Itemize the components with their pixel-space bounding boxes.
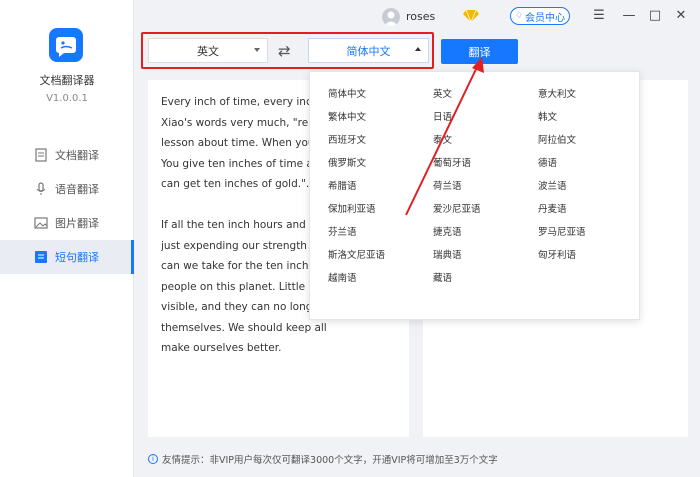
source-language-select[interactable]: 英文	[148, 38, 268, 63]
language-option[interactable]: 泰文	[433, 135, 538, 158]
app-logo	[49, 28, 83, 62]
microphone-icon	[36, 182, 46, 195]
maximize-button[interactable]: □	[647, 8, 663, 24]
language-option[interactable]: 简体中文	[328, 89, 433, 112]
translate-button[interactable]: 翻译	[441, 39, 518, 64]
sidebar-item-sentence-translate[interactable]: 短句翻译	[0, 240, 134, 274]
language-option[interactable]: 日语	[433, 112, 538, 135]
app-name: 文档翻译器	[39, 74, 95, 87]
language-option[interactable]: 波兰语	[538, 181, 643, 204]
member-center-button[interactable]: ♢ 会员中心	[510, 7, 570, 25]
sentence-icon	[35, 251, 47, 263]
language-option[interactable]: 荷兰语	[433, 181, 538, 204]
language-option[interactable]: 意大利文	[538, 89, 643, 112]
language-option[interactable]: 英文	[433, 89, 538, 112]
footer-tip: i 友情提示：非VIP用户每次仅可翻译3000个文字，开通VIP将可增加至3万个…	[148, 452, 498, 466]
swap-languages-icon[interactable]: ⇄	[278, 42, 291, 60]
language-option[interactable]: 越南语	[328, 273, 433, 296]
menu-button[interactable]: ☰	[591, 8, 607, 24]
document-icon	[35, 148, 47, 162]
language-option[interactable]: 芬兰语	[328, 227, 433, 250]
info-icon: i	[148, 454, 158, 464]
sidebar-item-label: 文档翻译	[55, 149, 99, 162]
diamond-icon: ♢	[514, 11, 524, 21]
language-option[interactable]: 捷克语	[433, 227, 538, 250]
target-language-select[interactable]: 简体中文	[308, 38, 429, 63]
sidebar-item-label: 图片翻译	[55, 217, 99, 230]
language-options: 简体中文 英文 意大利文繁体中文 日语 韩文西班牙文 泰文 阿拉伯文俄罗斯文 葡萄牙语 德语希腊…	[328, 89, 643, 296]
language-option[interactable]: 阿拉伯文	[538, 135, 643, 158]
language-option[interactable]: 丹麦语	[538, 204, 643, 227]
sidebar-item-label: 语音翻译	[55, 183, 99, 196]
language-option[interactable]: 俄罗斯文	[328, 158, 433, 181]
language-option[interactable]: 繁体中文	[328, 112, 433, 135]
language-option[interactable]: 韩文	[538, 112, 643, 135]
sidebar: 文档翻译器 V1.0.0.1 文档翻译 语音翻译 图片翻译 短句翻译	[0, 0, 134, 477]
language-option[interactable]: 瑞典语	[433, 250, 538, 273]
sidebar-item-document-translate[interactable]: 文档翻译	[0, 138, 134, 172]
sidebar-item-image-translate[interactable]: 图片翻译	[0, 206, 134, 240]
sidebar-item-label: 短句翻译	[55, 251, 99, 264]
language-option[interactable]: 保加利亚语	[328, 204, 433, 227]
username[interactable]: roses	[406, 10, 435, 23]
target-language-dropdown: 简体中文 英文 意大利文繁体中文 日语 韩文西班牙文 泰文 阿拉伯文俄罗斯文 葡萄牙语 德语希腊…	[309, 71, 640, 320]
language-option[interactable]: 罗马尼亚语	[538, 227, 643, 250]
language-option[interactable]: 希腊语	[328, 181, 433, 204]
language-option[interactable]: 德语	[538, 158, 643, 181]
avatar[interactable]	[382, 8, 400, 26]
close-button[interactable]: ✕	[673, 8, 689, 24]
chevron-up-icon	[415, 47, 421, 51]
language-option[interactable]: 西班牙文	[328, 135, 433, 158]
language-option[interactable]: 葡萄牙语	[433, 158, 538, 181]
image-icon	[34, 217, 48, 229]
sidebar-item-voice-translate[interactable]: 语音翻译	[0, 172, 134, 206]
language-option[interactable]: 斯洛文尼亚语	[328, 250, 433, 273]
sidebar-nav: 文档翻译 语音翻译 图片翻译 短句翻译	[0, 138, 134, 274]
chevron-down-icon	[254, 48, 260, 52]
minimize-button[interactable]: —	[621, 8, 637, 24]
vip-diamond-icon[interactable]	[463, 9, 479, 23]
app-version: V1.0.0.1	[46, 93, 88, 104]
language-option[interactable]: 爱沙尼亚语	[433, 204, 538, 227]
language-option[interactable]: 匈牙利语	[538, 250, 643, 273]
language-option[interactable]: 藏语	[433, 273, 538, 296]
